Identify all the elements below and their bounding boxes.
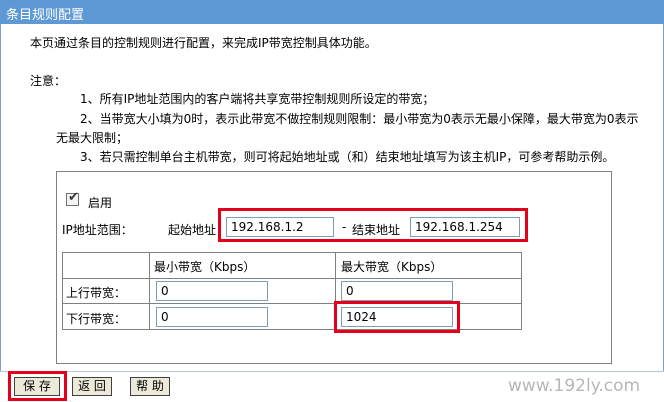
window-title: 条目规则配置 <box>6 8 85 23</box>
upstream-min-input[interactable]: 0 <box>156 281 268 301</box>
enable-checkbox[interactable]: ✔ <box>66 190 79 206</box>
note-item: 1、所有IP地址范围内的客户端将共享宽带控制规则所设定的带宽； <box>80 92 435 106</box>
notes-title: 注意： <box>30 74 67 88</box>
start-address-label: 起始地址 <box>168 223 217 237</box>
help-button[interactable]: 帮 助 <box>130 377 170 396</box>
upstream-label: 上行带宽： <box>66 286 127 300</box>
note-item: 2、当带宽大小填为0时，表示此带宽不做控制规则限制：最小带宽为0表示无最小保障，… <box>80 112 639 126</box>
note-item: 无最大限制； <box>56 131 129 145</box>
enable-label: 启用 <box>88 196 113 210</box>
upstream-max-input[interactable]: 0 <box>341 281 453 301</box>
max-bandwidth-header: 最大带宽（Kbps） <box>341 260 443 274</box>
note-item: 3、若只需控制单台主机带宽，则可将起始地址或（和）结束地址填写为该主机IP，可参… <box>80 150 615 164</box>
checkmark-icon: ✔ <box>68 190 79 205</box>
ip-range-label: IP地址范围： <box>62 223 133 237</box>
title-bar: 条目规则配置 <box>0 0 664 24</box>
downstream-min-input[interactable]: 0 <box>156 307 268 327</box>
downstream-max-highlight <box>334 301 460 333</box>
save-highlight <box>8 371 67 401</box>
downstream-label: 下行带宽： <box>66 312 127 326</box>
ip-range-highlight <box>218 208 528 242</box>
watermark: www.192ly.com <box>508 376 641 396</box>
back-button[interactable]: 返 回 <box>72 377 112 396</box>
intro-text: 本页通过条目的控制规则进行配置，来完成IP带宽控制具体功能。 <box>30 36 377 50</box>
min-bandwidth-header: 最小带宽（Kbps） <box>154 260 256 274</box>
